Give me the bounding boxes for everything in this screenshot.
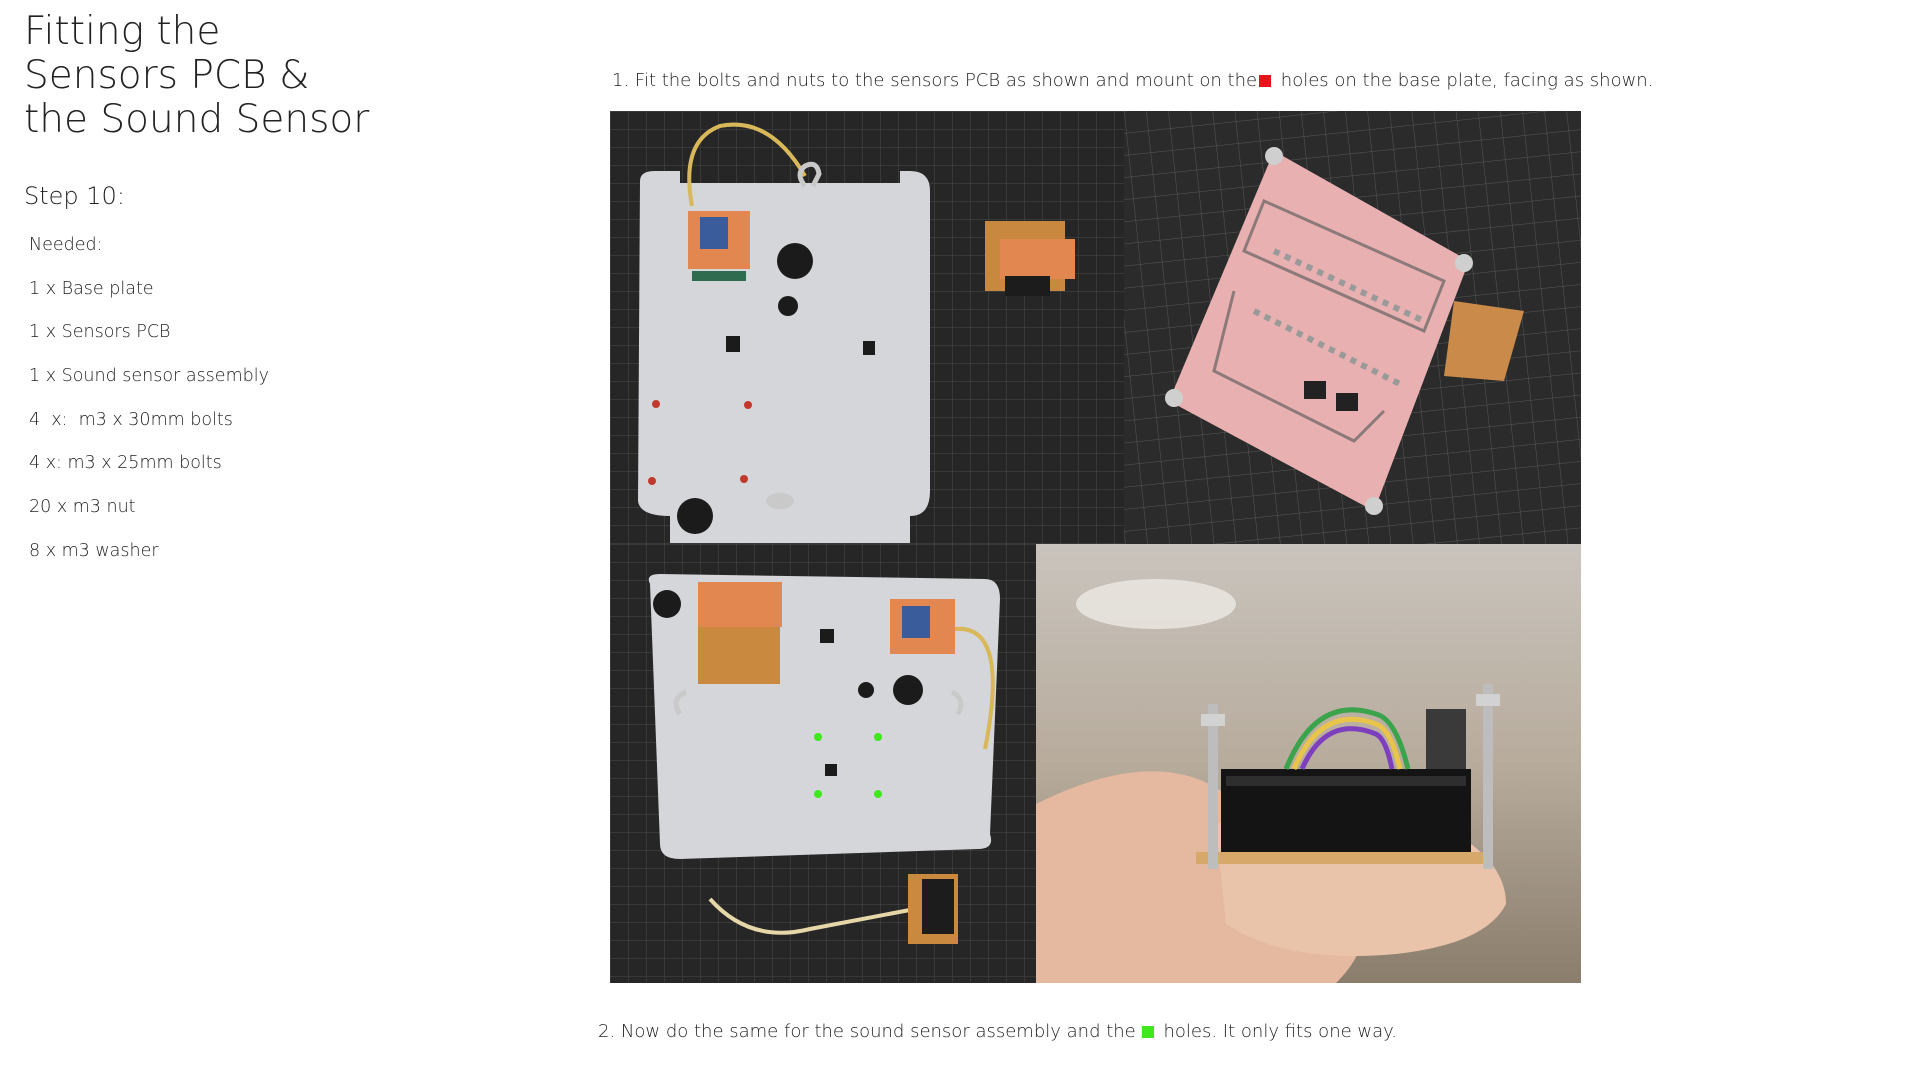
photo-base-plate-sound-sensor xyxy=(610,544,1036,983)
red-square-marker-icon xyxy=(1259,75,1272,87)
instruction-step-2: 2. Now do the same for the sound sensor … xyxy=(598,1021,1397,1042)
needed-item: 1 x Sensors PCB xyxy=(29,322,171,343)
instruction-step-1-text: 1. Fit the bolts and nuts to the sensors… xyxy=(612,70,1258,91)
photo-base-plate-sensors xyxy=(610,111,1124,544)
instruction-step-2-text: 2. Now do the same for the sound sensor … xyxy=(598,1021,1136,1042)
needed-label: Needed: xyxy=(29,235,103,255)
photo-hand-holding-assembly xyxy=(1036,544,1581,983)
photo-collage xyxy=(610,111,1581,983)
needed-list: Needed: 1 x Base plate 1 x Sensors PCB 1… xyxy=(29,230,269,580)
needed-item: 4 x: m3 x 30mm bolts xyxy=(29,409,233,430)
needed-item: 1 x Base plate xyxy=(29,278,154,299)
needed-item: 20 x m3 nut xyxy=(29,497,136,518)
photo-sensors-pcb-closeup xyxy=(1124,111,1581,544)
needed-item: 8 x m3 washer xyxy=(29,540,159,561)
green-square-marker-icon xyxy=(1141,1026,1154,1038)
step-title: Step 10: xyxy=(24,182,125,210)
needed-item: 1 x Sound sensor assembly xyxy=(29,366,269,387)
instruction-step-1: 1. Fit the bolts and nuts to the sensors… xyxy=(612,70,1653,91)
page-title: Fitting the Sensors PCB & the Sound Sens… xyxy=(24,9,370,142)
instruction-step-1-text-end: holes on the base plate, facing as shown… xyxy=(1275,70,1654,91)
needed-item: 4 x: m3 x 25mm bolts xyxy=(29,453,222,474)
instruction-step-2-text-end: holes. It only fits one way. xyxy=(1157,1021,1397,1042)
